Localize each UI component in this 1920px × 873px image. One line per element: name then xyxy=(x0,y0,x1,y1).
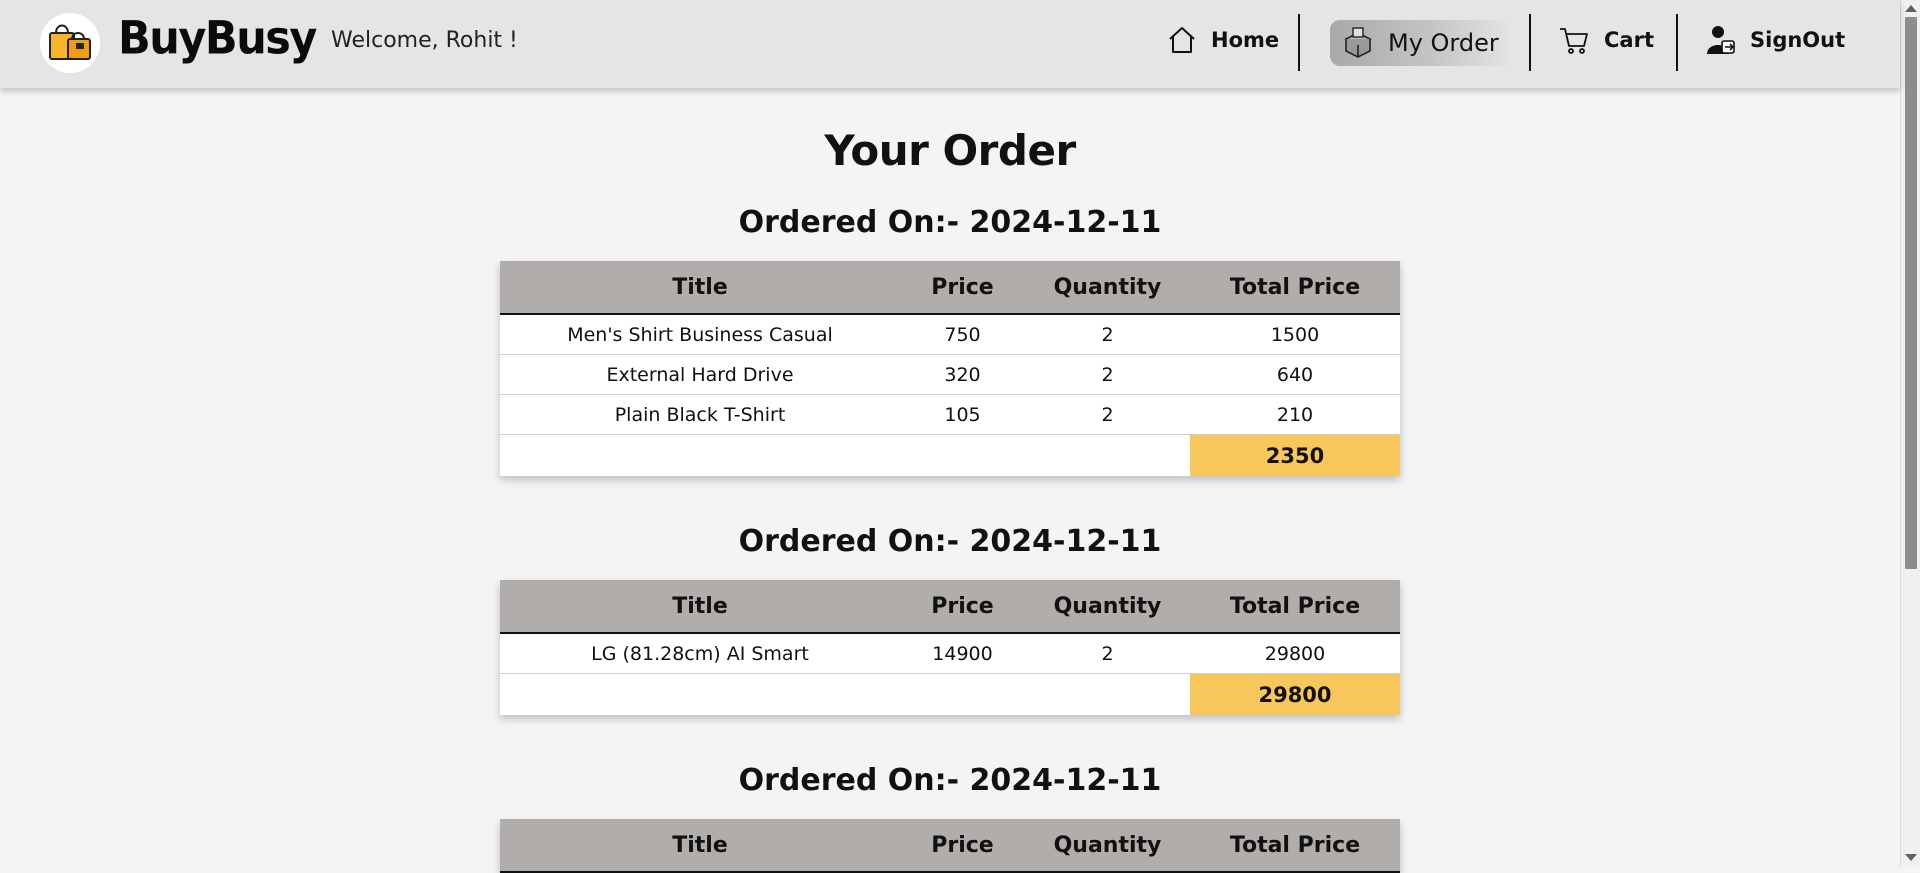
item-quantity: 2 xyxy=(1025,633,1190,674)
item-quantity: 2 xyxy=(1025,354,1190,395)
item-total: 210 xyxy=(1190,394,1400,435)
vertical-scrollbar[interactable] xyxy=(1900,0,1920,866)
column-header-title: Title xyxy=(500,261,900,315)
item-price: 105 xyxy=(900,394,1025,435)
nav-cart-label: Cart xyxy=(1604,28,1654,52)
shopping-bags-icon xyxy=(46,19,94,67)
item-total: 1500 xyxy=(1190,314,1400,355)
order-date-heading: Ordered On:- 2024-12-11 xyxy=(738,524,1162,559)
logo[interactable] xyxy=(40,13,100,73)
column-header-total-price: Total Price xyxy=(1190,819,1400,873)
grand-total-spacer xyxy=(500,674,1190,716)
grand-total-row: 29800 xyxy=(500,673,1400,716)
scroll-up-arrow-icon[interactable] xyxy=(1905,5,1917,12)
column-header-total-price: Total Price xyxy=(1190,580,1400,634)
order-table: Title Price Quantity Total Price Men's S… xyxy=(500,261,1400,476)
grand-total: 2350 xyxy=(1190,434,1400,476)
table-row: Men's Shirt Business Casual 750 2 1500 xyxy=(500,314,1400,355)
nav-signout[interactable]: SignOut xyxy=(1706,14,1845,66)
nav-signout-label: SignOut xyxy=(1750,28,1846,52)
order-table: Title Price Quantity Total Price LG (81.… xyxy=(500,580,1400,715)
item-price: 14900 xyxy=(900,633,1025,674)
item-title: LG (81.28cm) AI Smart xyxy=(500,633,900,674)
cart-icon xyxy=(1558,24,1590,56)
scroll-down-arrow-icon[interactable] xyxy=(1905,854,1917,861)
nav-home-label: Home xyxy=(1211,28,1280,52)
column-header-title: Title xyxy=(500,580,900,634)
table-row: Plain Black T-Shirt 105 2 210 xyxy=(500,394,1400,435)
grand-total-spacer xyxy=(500,435,1190,477)
nav-divider xyxy=(1676,14,1678,71)
item-price: 750 xyxy=(900,314,1025,355)
item-title: Plain Black T-Shirt xyxy=(500,394,900,435)
item-title: Men's Shirt Business Casual xyxy=(500,314,900,355)
page-title: Your Order xyxy=(824,126,1076,175)
column-header-title: Title xyxy=(500,819,900,873)
item-total: 640 xyxy=(1190,354,1400,395)
nav-cart[interactable]: Cart xyxy=(1558,14,1654,66)
home-icon xyxy=(1167,25,1197,55)
order-table: Title Price Quantity Total Price xyxy=(500,819,1400,873)
table-header-row: Title Price Quantity Total Price xyxy=(500,261,1400,315)
item-quantity: 2 xyxy=(1025,314,1190,355)
item-total: 29800 xyxy=(1190,633,1400,674)
user-signout-icon xyxy=(1706,24,1736,56)
column-header-quantity: Quantity xyxy=(1025,580,1190,634)
order-date-heading: Ordered On:- 2024-12-11 xyxy=(738,205,1162,240)
order-date-heading: Ordered On:- 2024-12-11 xyxy=(738,763,1162,798)
table-header-row: Title Price Quantity Total Price xyxy=(500,580,1400,634)
nav-home[interactable]: Home xyxy=(1167,14,1279,66)
column-header-total-price: Total Price xyxy=(1190,261,1400,315)
item-quantity: 2 xyxy=(1025,394,1190,435)
nav-divider xyxy=(1298,14,1300,71)
nav-my-order[interactable]: My Order xyxy=(1330,20,1513,66)
column-header-quantity: Quantity xyxy=(1025,819,1190,873)
item-price: 320 xyxy=(900,354,1025,395)
grand-total-row: 2350 xyxy=(500,434,1400,477)
scrollbar-thumb[interactable] xyxy=(1905,17,1917,569)
grand-total: 29800 xyxy=(1190,673,1400,715)
navbar: BuyBusy Welcome, Rohit ! Home My Order C… xyxy=(0,0,1900,88)
table-header-row: Title Price Quantity Total Price xyxy=(500,819,1400,873)
table-row: LG (81.28cm) AI Smart 14900 2 29800 xyxy=(500,633,1400,674)
brand-name[interactable]: BuyBusy xyxy=(118,13,317,66)
nav-divider xyxy=(1529,14,1531,71)
column-header-price: Price xyxy=(900,580,1025,634)
order-box-icon xyxy=(1342,27,1374,59)
column-header-price: Price xyxy=(900,819,1025,873)
table-row: External Hard Drive 320 2 640 xyxy=(500,354,1400,395)
column-header-quantity: Quantity xyxy=(1025,261,1190,315)
column-header-price: Price xyxy=(900,261,1025,315)
item-title: External Hard Drive xyxy=(500,354,900,395)
welcome-message: Welcome, Rohit ! xyxy=(331,28,518,53)
nav-my-order-label: My Order xyxy=(1388,29,1499,57)
